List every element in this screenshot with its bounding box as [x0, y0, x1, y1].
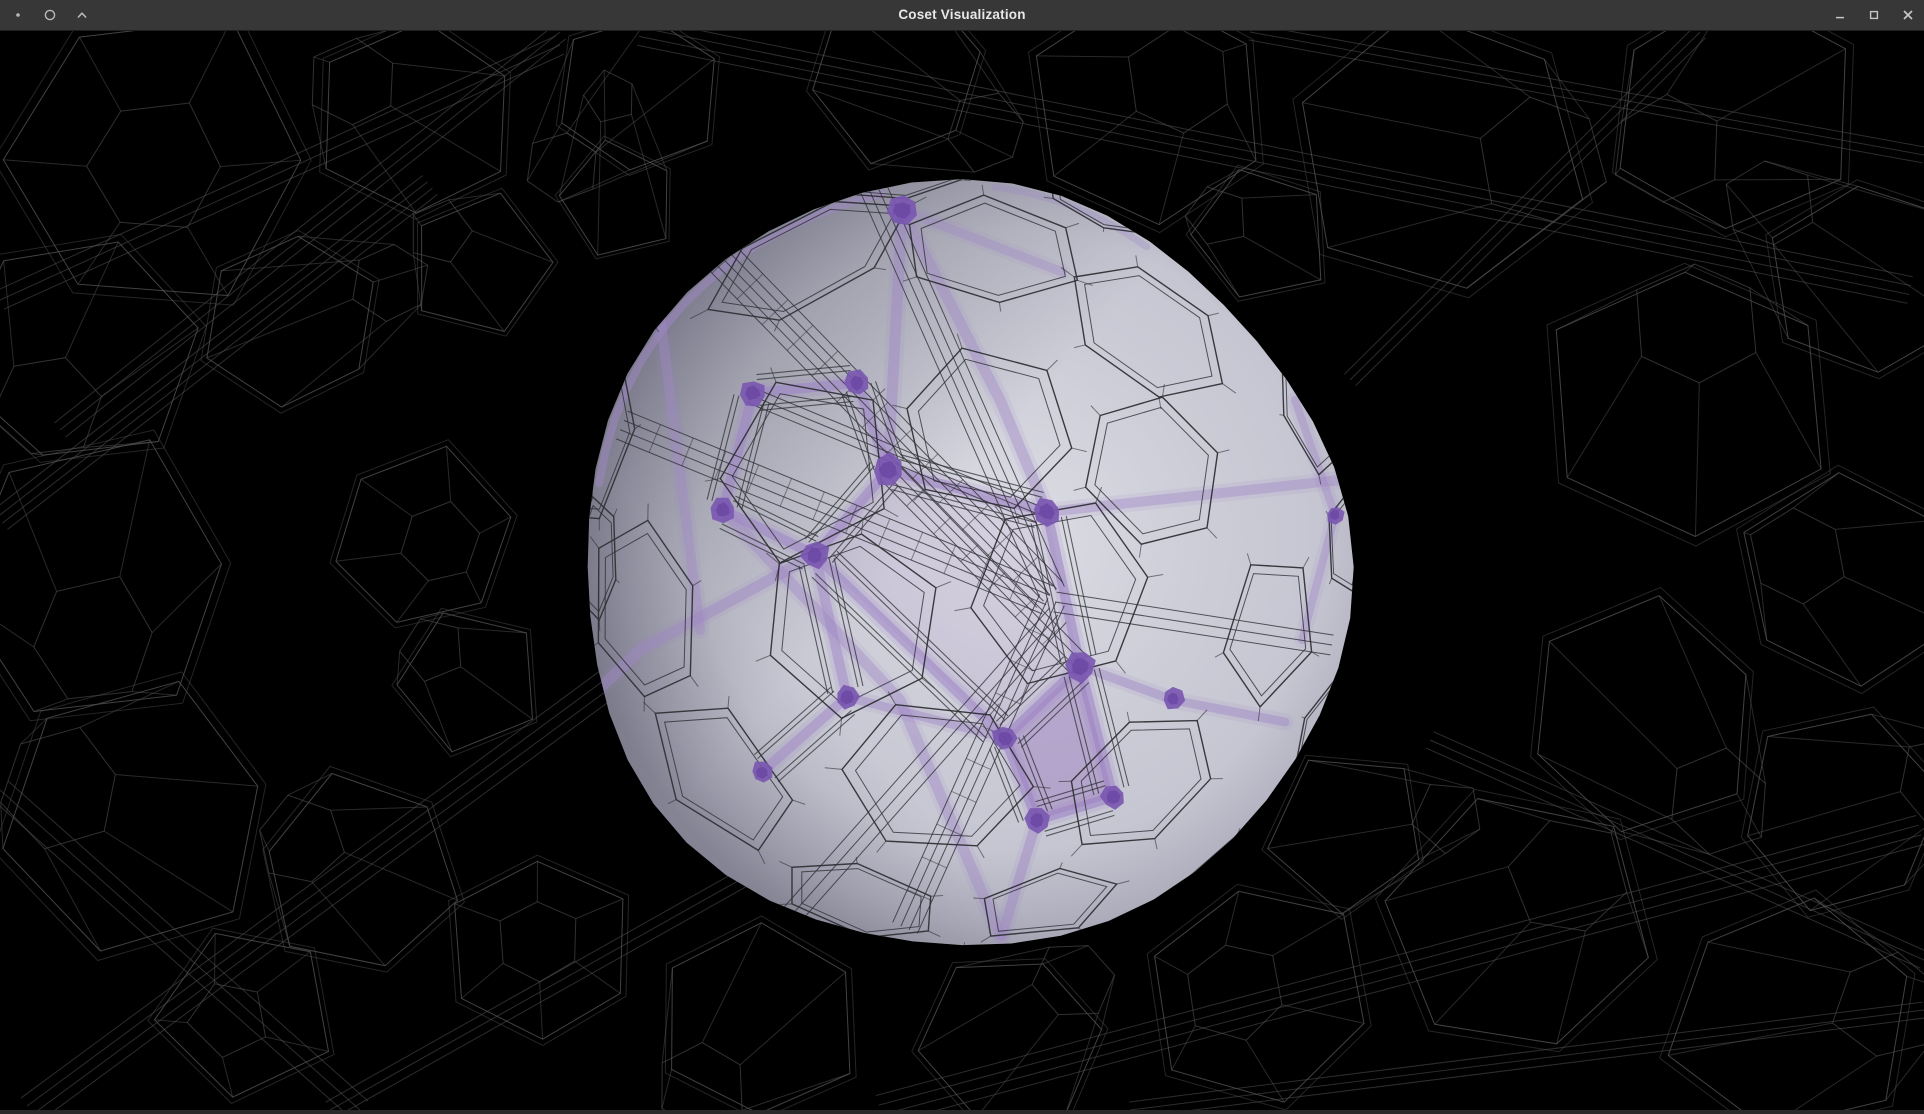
record-circle-icon[interactable] — [44, 9, 56, 21]
minimize-button[interactable] — [1834, 9, 1846, 21]
window-controls — [1834, 9, 1924, 21]
maximize-icon — [1871, 12, 1878, 19]
window-title: Coset Visualization — [0, 0, 1924, 31]
window-bottom-border — [0, 1110, 1924, 1114]
chevron-up-icon[interactable] — [76, 9, 88, 21]
app-window: Coset Visualization — [0, 0, 1924, 1114]
close-icon — [1904, 11, 1912, 19]
viewport-area — [0, 31, 1924, 1110]
titlebar-left-icons — [0, 9, 88, 21]
maximize-button[interactable] — [1868, 9, 1880, 21]
visualization-canvas[interactable] — [0, 31, 1924, 1110]
close-button[interactable] — [1902, 9, 1914, 21]
app-menu-dot-icon[interactable] — [12, 9, 24, 21]
titlebar[interactable]: Coset Visualization — [0, 0, 1924, 31]
